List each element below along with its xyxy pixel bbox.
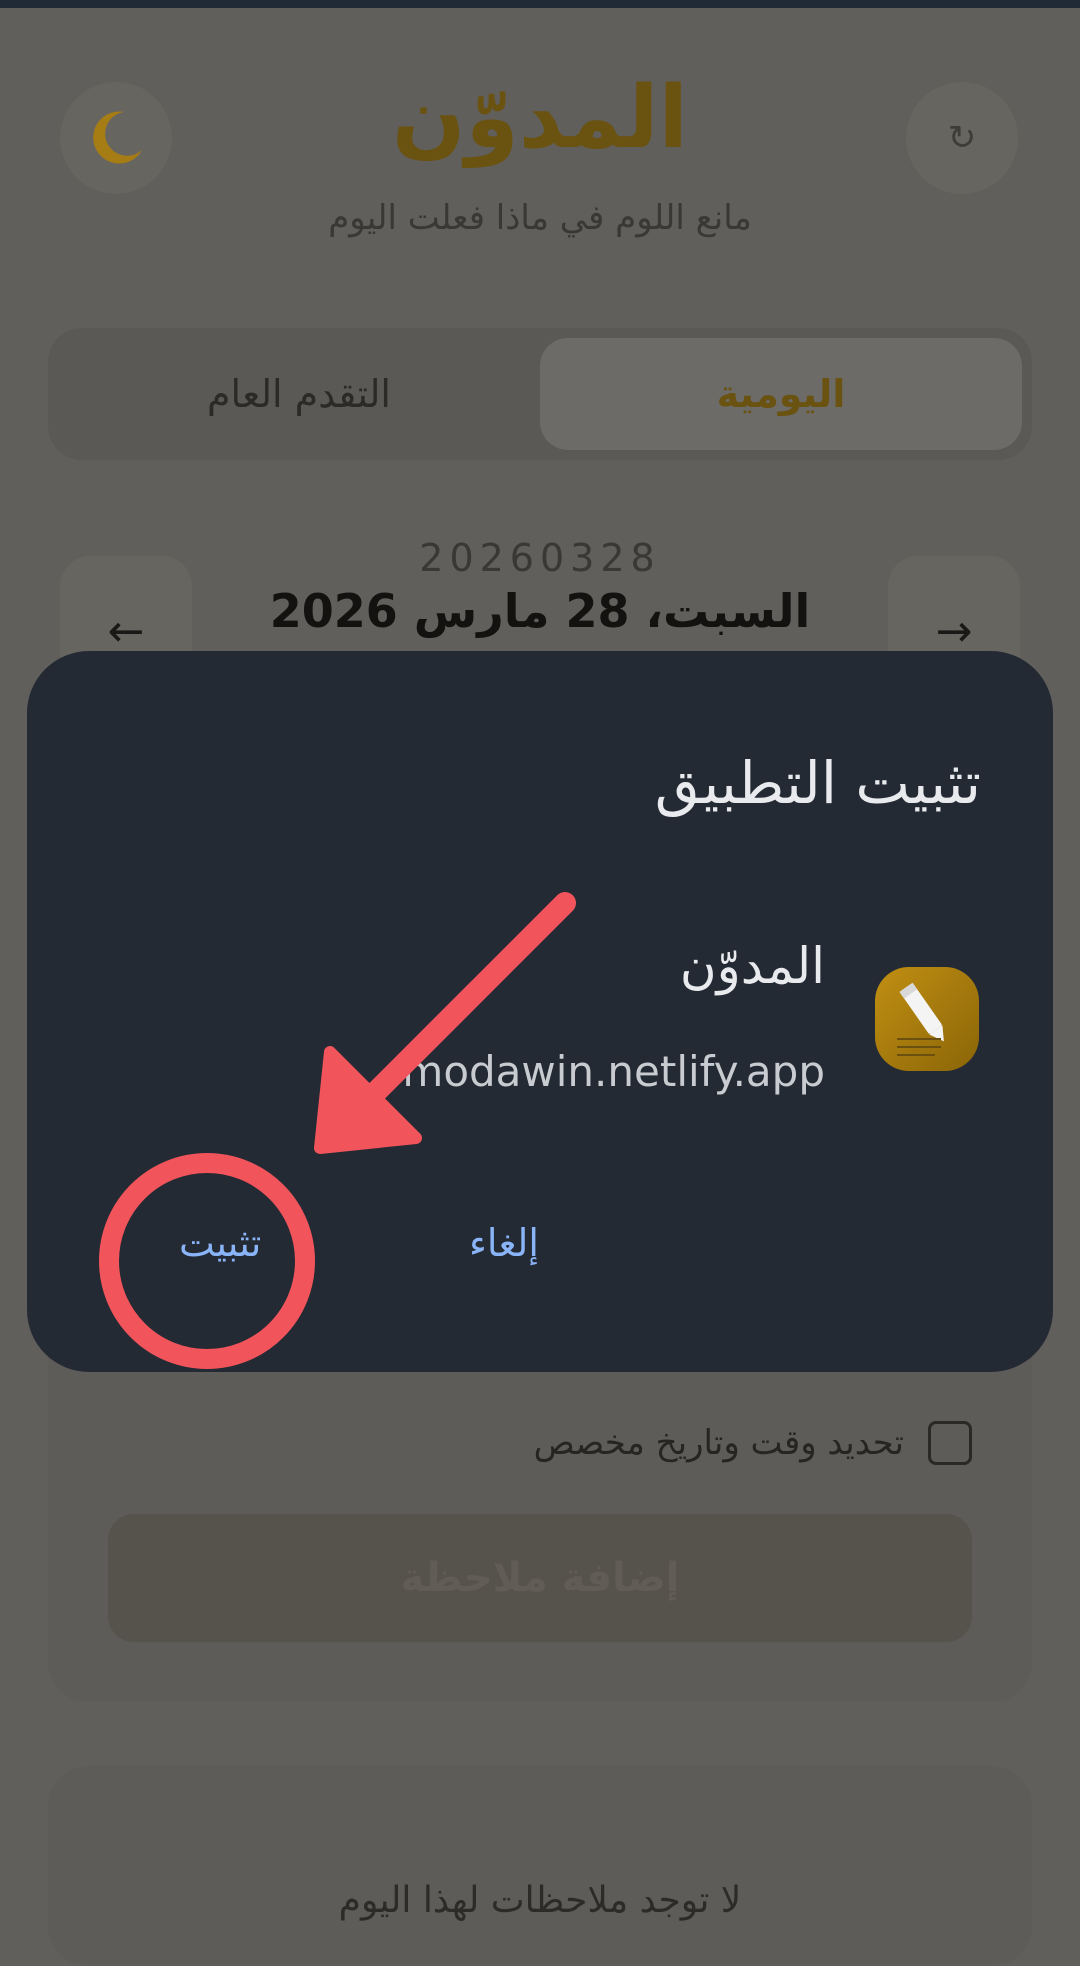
date-label: السبت، 28 مارس 2026 <box>269 584 811 638</box>
app-title: المدوّن <box>392 68 688 168</box>
app-subtitle: مانع اللوم في ماذا فعلت اليوم <box>328 198 752 238</box>
install-button[interactable]: تثبيت <box>161 1211 279 1275</box>
dialog-title: تثبيت التطبيق <box>654 749 981 817</box>
tab-overall-progress[interactable]: التقدم العام <box>58 338 540 450</box>
pencil-notes-icon <box>875 967 979 1071</box>
notes-list-card <box>48 1766 1032 1966</box>
dialog-app-url: modawin.netlify.app <box>402 1047 825 1096</box>
install-app-dialog: تثبيت التطبيق المدوّن modawin.netlify.ap… <box>27 651 1053 1372</box>
view-tabs: اليومية التقدم العام <box>48 328 1032 460</box>
status-bar <box>0 0 1080 8</box>
date-code: 20260328 <box>419 536 661 580</box>
tab-daily[interactable]: اليومية <box>540 338 1022 450</box>
custom-datetime-checkbox[interactable] <box>928 1421 972 1465</box>
dialog-app-name: المدوّن <box>679 937 825 995</box>
empty-notes-text: لا توجد ملاحظات لهذا اليوم <box>338 1880 742 1921</box>
cancel-button[interactable]: إلغاء <box>451 1211 557 1275</box>
add-note-button[interactable]: إضافة ملاحظة <box>108 1514 972 1642</box>
custom-datetime-label: تحديد وقت وتاريخ مخصص <box>533 1423 904 1463</box>
custom-datetime-option[interactable]: تحديد وقت وتاريخ مخصص <box>534 1418 972 1468</box>
